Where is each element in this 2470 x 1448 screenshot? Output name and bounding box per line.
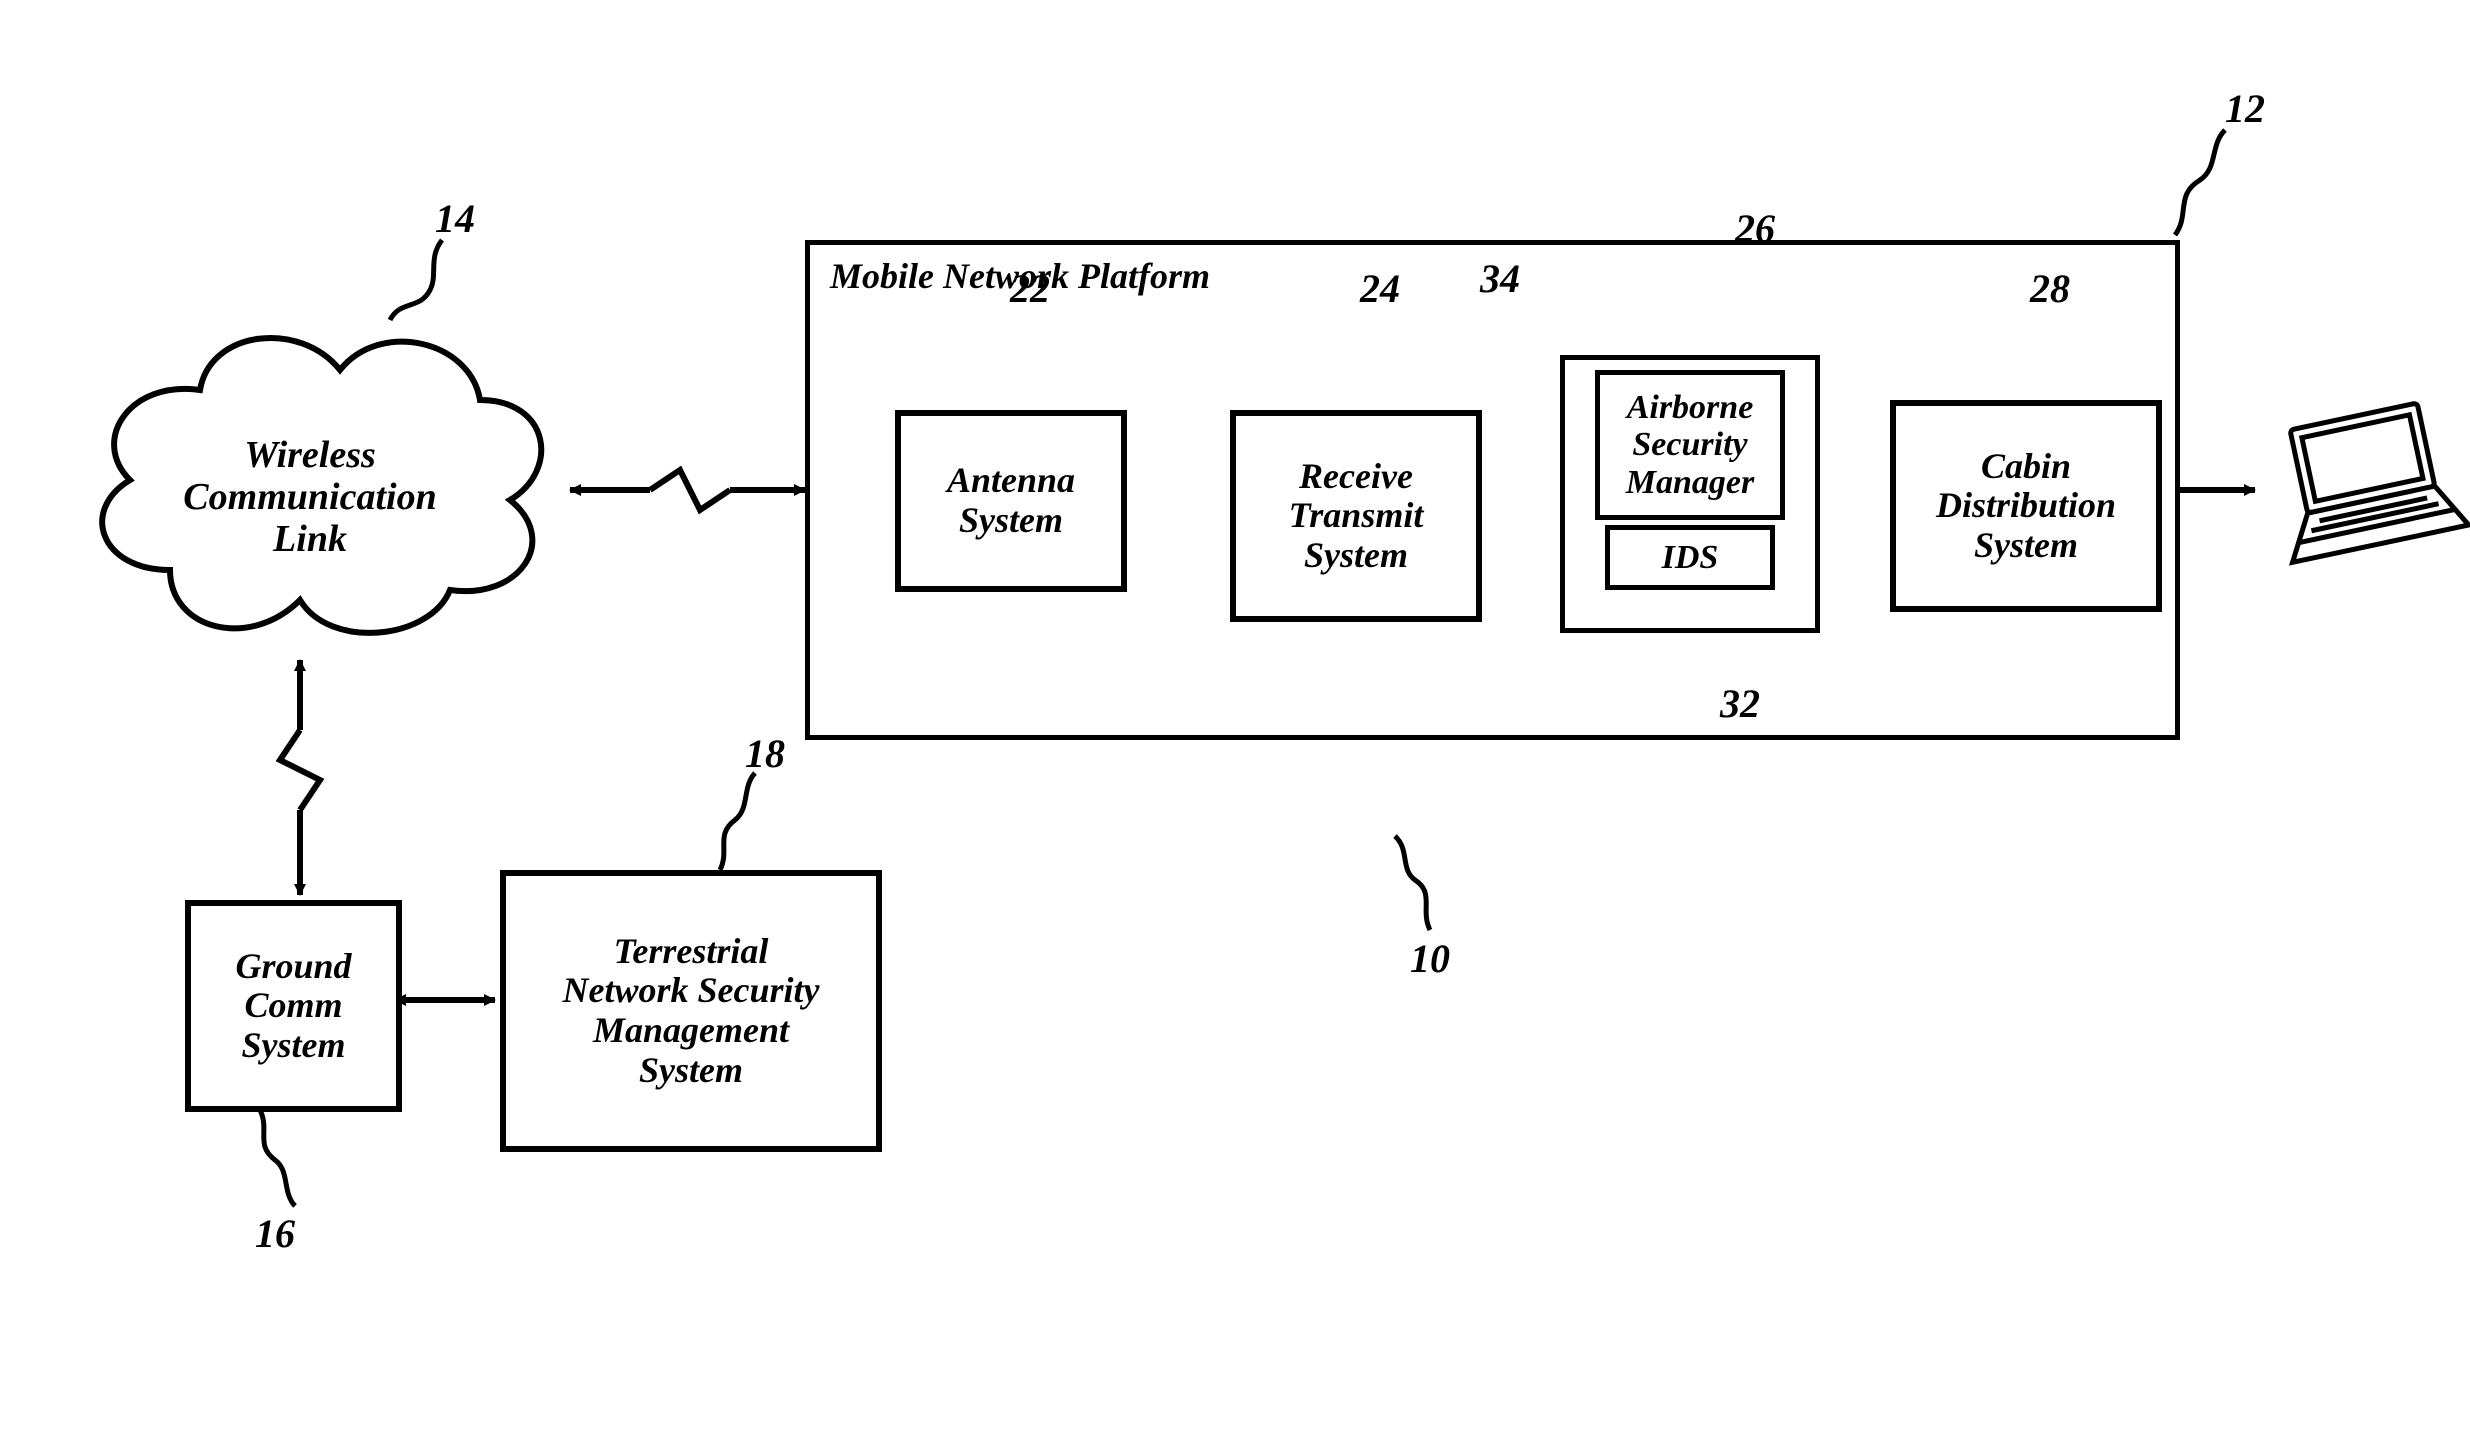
- link-cloud-ground: [280, 660, 320, 895]
- ref-14: 14: [435, 195, 475, 242]
- leader-10: [1395, 836, 1430, 930]
- antenna-line1: Antenna: [947, 461, 1075, 501]
- cabin-line2: Distribution: [1936, 486, 2116, 526]
- rts-line3: System: [1289, 536, 1424, 576]
- terrestrial-line2: Network Security: [563, 971, 820, 1011]
- diagram-canvas: Wireless Communication Link Mobile Netwo…: [0, 0, 2470, 1448]
- asm-line1: Airborne: [1626, 389, 1754, 426]
- cabin-line1: Cabin: [1936, 447, 2116, 487]
- terrestrial-line1: Terrestrial: [563, 932, 820, 972]
- ref-34: 34: [1480, 255, 1520, 302]
- rts-line2: Transmit: [1289, 496, 1424, 536]
- ref-16: 16: [255, 1210, 295, 1257]
- terrestrial-line3: Management: [563, 1011, 820, 1051]
- leader-14: [390, 240, 442, 320]
- cloud-label: Wireless Communication Link: [155, 435, 465, 560]
- ref-24: 24: [1360, 265, 1400, 312]
- leader-18: [720, 773, 755, 870]
- link-cloud-platform: [570, 470, 805, 510]
- ref-26: 26: [1735, 205, 1775, 252]
- asm-line3: Manager: [1626, 464, 1754, 501]
- ref-32: 32: [1720, 680, 1760, 727]
- cabin-line3: System: [1936, 526, 2116, 566]
- terrestrial-box: Terrestrial Network Security Management …: [500, 870, 882, 1152]
- ground-line2: Comm: [235, 986, 351, 1026]
- cloud-label-line1: Wireless: [244, 434, 376, 476]
- terrestrial-line4: System: [563, 1051, 820, 1091]
- ground-comm-box: Ground Comm System: [185, 900, 402, 1112]
- ref-12: 12: [2225, 85, 2265, 132]
- laptop-icon: [2266, 398, 2469, 563]
- leader-12: [2175, 130, 2225, 235]
- asm-title-box: Airborne Security Manager: [1595, 370, 1785, 520]
- cloud-label-line3: Link: [273, 518, 347, 560]
- ref-28: 28: [2030, 265, 2070, 312]
- receive-transmit-box: Receive Transmit System: [1230, 410, 1482, 622]
- ref-22: 22: [1010, 265, 1050, 312]
- antenna-system-box: Antenna System: [895, 410, 1127, 592]
- ids-label: IDS: [1662, 539, 1719, 576]
- asm-line2: Security: [1626, 426, 1754, 463]
- ref-18: 18: [745, 730, 785, 777]
- cabin-distribution-box: Cabin Distribution System: [1890, 400, 2162, 612]
- ref-10: 10: [1410, 935, 1450, 982]
- rts-line1: Receive: [1289, 457, 1424, 497]
- antenna-line2: System: [947, 501, 1075, 541]
- ground-line1: Ground: [235, 947, 351, 987]
- cloud-label-line2: Communication: [183, 476, 436, 518]
- leader-16: [260, 1110, 295, 1206]
- ground-line3: System: [235, 1026, 351, 1066]
- ids-box: IDS: [1605, 525, 1775, 590]
